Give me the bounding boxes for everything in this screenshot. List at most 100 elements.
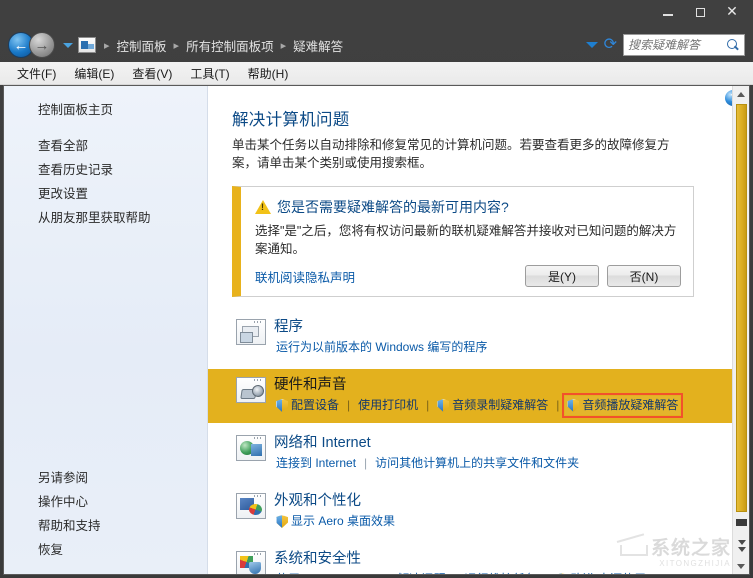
content-inner: 解决计算机问题 单击某个任务以自动排除和修复常见的计算机问题。若要查看更多的故障… bbox=[208, 94, 749, 574]
breadcrumb-separator[interactable]: ▸ bbox=[277, 39, 291, 52]
forward-button[interactable]: → bbox=[29, 32, 55, 58]
category-link[interactable]: 音频播放疑难解答 bbox=[562, 393, 684, 418]
search-icon[interactable] bbox=[727, 38, 740, 52]
sidebar-item-change-settings[interactable]: 更改设置 bbox=[4, 182, 207, 206]
scrollbar-thumb[interactable] bbox=[736, 104, 747, 512]
minimize-icon bbox=[663, 14, 673, 16]
chevron-up-icon bbox=[737, 91, 745, 97]
breadcrumb[interactable]: ▸ 控制面板 ▸ 所有控制面板项 ▸ 疑难解答 bbox=[78, 33, 586, 57]
search-input[interactable] bbox=[628, 35, 725, 55]
sidebar: 控制面板主页 查看全部 查看历史记录 更改设置 从朋友那里获取帮助 另请参阅 操… bbox=[4, 86, 208, 574]
online-troubleshooting-notice: 您是否需要疑难解答的最新可用内容? 选择"是"之后，您将有权访问最新的联机疑难解… bbox=[232, 186, 694, 297]
menu-help[interactable]: 帮助(H) bbox=[239, 63, 298, 84]
recent-pages-dropdown-icon[interactable] bbox=[63, 42, 73, 48]
sidebar-item-recovery[interactable]: 恢复 bbox=[4, 538, 207, 562]
link-separator: | bbox=[347, 398, 351, 412]
control-panel-icon bbox=[78, 37, 96, 53]
category-body: 系统和安全性使用 Windows Update 解决问题|运行维护任务|改进 电… bbox=[274, 549, 686, 574]
window-body: 控制面板主页 查看全部 查看历史记录 更改设置 从朋友那里获取帮助 另请参阅 操… bbox=[3, 85, 750, 575]
maximize-button[interactable] bbox=[685, 2, 715, 22]
content-pane: ? 解决计算机问题 单击某个任务以自动排除和修复常见的计算机问题。若要查看更多的… bbox=[208, 86, 749, 574]
category-link[interactable]: 运行为以前版本的 Windows 编写的程序 bbox=[274, 338, 489, 357]
breadcrumb-item-1[interactable]: 所有控制面板项 bbox=[183, 34, 277, 57]
breadcrumb-item-2[interactable]: 疑难解答 bbox=[290, 34, 346, 57]
category-link[interactable]: 改进 电源使用 bbox=[554, 570, 648, 574]
icon-dots bbox=[254, 379, 263, 381]
category-link[interactable]: 使用 Windows Update 解决问题 bbox=[274, 570, 447, 574]
breadcrumb-item-0[interactable]: 控制面板 bbox=[114, 34, 170, 57]
address-bar-tools: ⟳ bbox=[585, 34, 745, 56]
scroll-down-button[interactable] bbox=[733, 558, 749, 574]
sidebar-top-group: 控制面板主页 bbox=[4, 98, 207, 122]
warning-icon bbox=[255, 200, 271, 214]
category-link[interactable]: 访问其他计算机上的共享文件和文件夹 bbox=[373, 454, 581, 473]
category-hardware-and-sound[interactable]: 硬件和声音 配置设备 | 使用打印机 | 音频录制疑难解答 | 音频播放疑难解答 bbox=[208, 369, 749, 423]
category-link-label: 配置设备 bbox=[291, 398, 340, 412]
sidebar-item-help-and-support[interactable]: 帮助和支持 bbox=[4, 514, 207, 538]
category-link[interactable]: 连接到 Internet bbox=[274, 454, 358, 473]
network-internet-icon bbox=[236, 435, 266, 461]
page-description: 单击某个任务以自动排除和修复常见的计算机问题。若要查看更多的故障修复方案，请单击… bbox=[232, 138, 670, 170]
category-list: 程序运行为以前版本的 Windows 编写的程序 硬件和声音配置设备 | 使用打印机 |… bbox=[208, 311, 749, 574]
category-system-and-security[interactable]: 系统和安全性使用 Windows Update 解决问题|运行维护任务|改进 电… bbox=[232, 543, 694, 574]
close-button[interactable]: ✕ bbox=[717, 2, 747, 22]
link-separator: | bbox=[364, 456, 368, 470]
sidebar-item-view-history[interactable]: 查看历史记录 bbox=[4, 158, 207, 182]
menu-tools[interactable]: 工具(T) bbox=[181, 63, 238, 84]
sidebar-item-get-help-from-friend[interactable]: 从朋友那里获取帮助 bbox=[4, 206, 207, 230]
sidebar-item-control-panel-home[interactable]: 控制面板主页 bbox=[4, 98, 207, 122]
notice-footer: 联机阅读隐私声明 是(Y) 否(N) bbox=[255, 265, 681, 287]
sidebar-see-also-group: 另请参阅 操作中心 帮助和支持 恢复 bbox=[4, 466, 207, 574]
breadcrumb-separator[interactable]: ▸ bbox=[170, 39, 184, 52]
privacy-statement-link[interactable]: 联机阅读隐私声明 bbox=[255, 267, 355, 286]
scroll-mark-icon bbox=[738, 547, 746, 552]
refresh-icon[interactable]: ⟳ bbox=[604, 37, 617, 53]
title-bar: ✕ bbox=[0, 0, 753, 28]
category-link[interactable]: 音频录制疑难解答 bbox=[435, 396, 550, 415]
shield-icon bbox=[555, 573, 568, 574]
category-programs[interactable]: 程序运行为以前版本的 Windows 编写的程序 bbox=[232, 311, 694, 365]
scrollbar-secondary-thumb[interactable] bbox=[736, 519, 747, 526]
menu-file[interactable]: 文件(F) bbox=[8, 63, 65, 84]
history-dropdown-icon[interactable] bbox=[585, 42, 598, 48]
programs-icon bbox=[236, 319, 266, 345]
maximize-icon bbox=[695, 7, 705, 17]
category-link[interactable]: 显示 Aero 桌面效果 bbox=[274, 512, 397, 531]
category-title: 硬件和声音 bbox=[274, 377, 347, 393]
category-links: 显示 Aero 桌面效果 bbox=[274, 512, 686, 531]
category-link[interactable]: 配置设备 bbox=[274, 396, 341, 415]
shield-icon bbox=[437, 399, 450, 412]
shield-icon bbox=[276, 399, 288, 412]
vertical-scrollbar[interactable] bbox=[732, 86, 749, 574]
category-body: 外观和个性化 显示 Aero 桌面效果 bbox=[274, 491, 686, 531]
category-link[interactable]: 运行维护任务 bbox=[463, 570, 539, 574]
window-controls: ✕ bbox=[653, 2, 747, 22]
icon-dots bbox=[254, 553, 263, 555]
category-title: 网络和 Internet bbox=[274, 435, 371, 451]
category-body: 硬件和声音 配置设备 | 使用打印机 | 音频录制疑难解答 | 音频播放疑难解答 bbox=[274, 375, 723, 418]
breadcrumb-separator: ▸ bbox=[104, 39, 110, 52]
yes-button[interactable]: 是(Y) bbox=[525, 265, 599, 287]
menu-bar: 文件(F) 编辑(E) 查看(V) 工具(T) 帮助(H) bbox=[0, 62, 753, 85]
category-links: 使用 Windows Update 解决问题|运行维护任务|改进 电源使用 bbox=[274, 570, 686, 574]
scroll-up-button[interactable] bbox=[733, 86, 749, 102]
category-link-label: 改进 电源使用 bbox=[571, 571, 646, 574]
minimize-button[interactable] bbox=[653, 2, 683, 22]
control-panel-window: ✕ ← → ▸ 控制面板 ▸ 所有控制面板项 ▸ 疑难解答 ⟳ 搜索疑难解答 文… bbox=[0, 0, 753, 578]
shield-icon bbox=[276, 515, 288, 528]
category-appearance-and-personalization[interactable]: 外观和个性化 显示 Aero 桌面效果 bbox=[232, 485, 694, 539]
search-box[interactable] bbox=[623, 34, 745, 56]
hardware-sound-icon bbox=[236, 377, 266, 403]
category-network-and-internet[interactable]: 网络和 Internet 连接到 Internet | 访问其他计算机上的共享文件和文… bbox=[232, 427, 694, 481]
sidebar-item-view-all[interactable]: 查看全部 bbox=[4, 134, 207, 158]
notice-header: 您是否需要疑难解答的最新可用内容? bbox=[255, 197, 681, 217]
category-link-label: 运行为以前版本的 Windows 编写的程序 bbox=[276, 340, 488, 354]
category-link[interactable]: 使用打印机 bbox=[356, 396, 420, 415]
category-link-label: 连接到 Internet bbox=[276, 456, 357, 470]
menu-edit[interactable]: 编辑(E) bbox=[65, 63, 123, 84]
notice-title: 您是否需要疑难解答的最新可用内容? bbox=[277, 199, 509, 215]
no-button[interactable]: 否(N) bbox=[607, 265, 681, 287]
category-title: 程序 bbox=[274, 319, 303, 335]
menu-view[interactable]: 查看(V) bbox=[123, 63, 181, 84]
sidebar-item-action-center[interactable]: 操作中心 bbox=[4, 490, 207, 514]
